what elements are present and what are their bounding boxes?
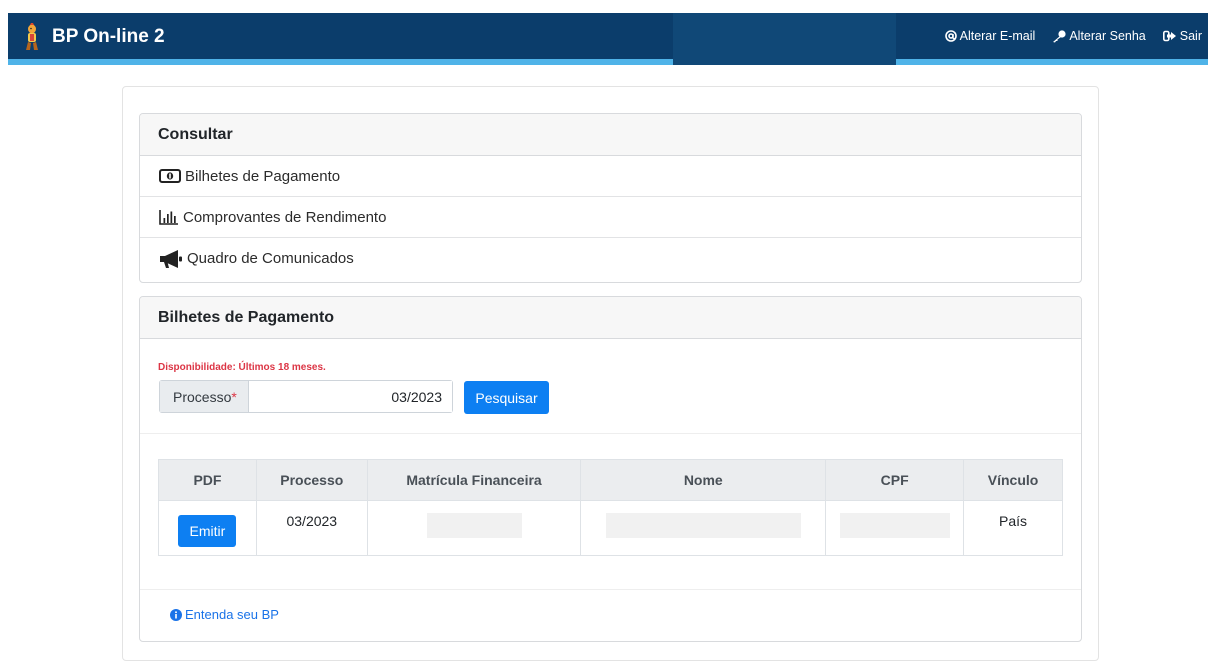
cpf-cell: [825, 500, 965, 556]
search-button[interactable]: Pesquisar: [464, 381, 549, 414]
understand-bp-label: Entenda seu BP: [185, 607, 279, 622]
nome-cell: [580, 500, 827, 556]
top-navbar: BP On-line 2 Alterar E-mail Alterar Senh…: [8, 13, 1208, 65]
col-header-vinculo: Vínculo: [963, 459, 1063, 501]
table-row: Emitir 03/2023 País: [158, 500, 1063, 556]
user-info-redacted: [673, 13, 896, 65]
vinculo-cell: País: [963, 500, 1063, 556]
redacted-value: [426, 513, 522, 538]
bilhetes-panel: Bilhetes de Pagamento Disponibilidade: Ú…: [139, 296, 1082, 642]
logout-link[interactable]: Sair: [1162, 29, 1202, 43]
logout-label: Sair: [1179, 29, 1202, 43]
menu-item-label: Bilhetes de Pagamento: [185, 167, 341, 185]
mascot-logo-icon: [26, 23, 38, 50]
menu-item-label: Quadro de Comunicados: [187, 250, 354, 267]
col-header-matricula: Matrícula Financeira: [366, 459, 582, 501]
redacted-value: [605, 513, 801, 538]
results-table: PDF Processo Matrícula Financeira Nome C…: [158, 459, 1063, 556]
main-container: Consultar Bilhetes de Pagamento Comprova…: [122, 86, 1099, 661]
info-icon: [170, 608, 182, 621]
sign-out-icon: [1162, 30, 1176, 42]
footer-divider: [140, 589, 1081, 590]
emit-button[interactable]: Emitir: [178, 515, 237, 547]
bar-chart-icon: [159, 210, 178, 225]
change-email-link[interactable]: Alterar E-mail: [944, 29, 1036, 43]
processo-input[interactable]: [249, 381, 452, 412]
money-bill-icon: [159, 169, 181, 183]
change-password-label: Alterar Senha: [1069, 29, 1146, 43]
consultar-panel: Consultar Bilhetes de Pagamento Comprova…: [139, 113, 1082, 283]
col-header-cpf: CPF: [825, 459, 965, 501]
col-header-processo: Processo: [255, 459, 368, 501]
bullhorn-icon: [160, 249, 182, 268]
section-divider: [140, 433, 1081, 434]
consultar-heading: Consultar: [140, 114, 1081, 156]
col-header-pdf: PDF: [158, 459, 257, 501]
bilhetes-heading: Bilhetes de Pagamento: [140, 297, 1081, 339]
processo-input-group: Processo *: [159, 380, 453, 413]
table-header-row: PDF Processo Matrícula Financeira Nome C…: [158, 459, 1063, 501]
key-icon: [1053, 29, 1066, 42]
menu-item-bilhetes[interactable]: Bilhetes de Pagamento: [140, 156, 1081, 197]
menu-item-label: Comprovantes de Rendimento: [183, 208, 387, 226]
required-mark: *: [231, 388, 237, 405]
matricula-cell: [366, 500, 582, 556]
brand[interactable]: BP On-line 2: [22, 22, 165, 52]
processo-cell: 03/2023: [255, 500, 368, 556]
menu-item-comunicados[interactable]: Quadro de Comunicados: [140, 238, 1081, 279]
change-email-label: Alterar E-mail: [959, 29, 1036, 43]
app-title: BP On-line 2: [52, 26, 165, 47]
understand-bp-link[interactable]: Entenda seu BP: [170, 607, 279, 622]
at-icon: [944, 30, 957, 42]
pdf-cell: Emitir: [158, 500, 257, 556]
col-header-nome: Nome: [580, 459, 827, 501]
redacted-value: [839, 513, 950, 538]
change-password-link[interactable]: Alterar Senha: [1052, 29, 1146, 43]
availability-notice: Disponibilidade: Últimos 18 meses.: [158, 362, 326, 373]
nav-links: Alterar E-mail Alterar Senha Sair: [928, 13, 1202, 59]
processo-label-text: Processo: [173, 388, 232, 405]
menu-item-comprovantes[interactable]: Comprovantes de Rendimento: [140, 197, 1081, 238]
processo-label: Processo *: [160, 381, 249, 412]
